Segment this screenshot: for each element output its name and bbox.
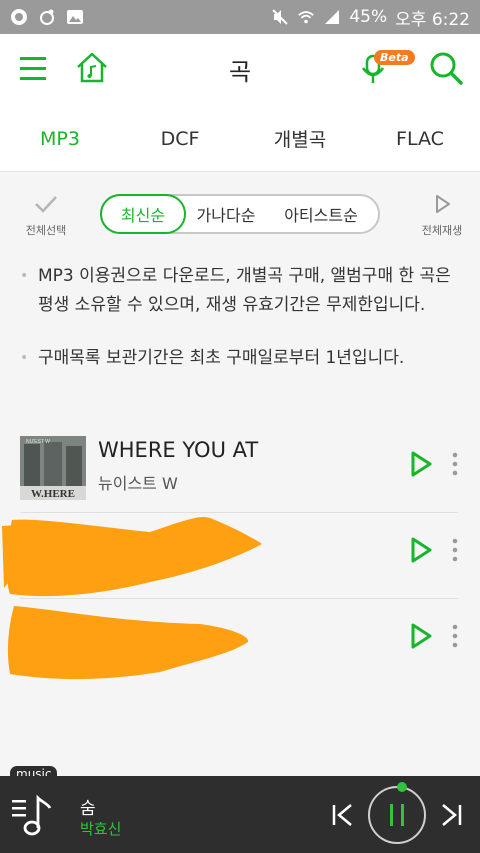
play-icon (436, 195, 450, 213)
play-all-button[interactable]: 전체재생 (412, 194, 472, 238)
song-more-button[interactable] (448, 536, 462, 564)
now-playing-artist: 박효신 (80, 820, 122, 838)
sync-icon (38, 8, 56, 26)
play-all-label: 전체재생 (421, 224, 463, 237)
song-row[interactable] (0, 602, 480, 688)
play-icon (411, 451, 432, 477)
sort-latest-button[interactable]: 최신순 (100, 194, 186, 234)
now-playing-title: 숨 (80, 799, 96, 819)
battery-percent: 45% (349, 7, 388, 27)
voice-search-button[interactable]: Beta (360, 48, 415, 88)
format-tabs: MP3 DCF 개별곡 FLAC (0, 106, 480, 172)
song-play-button[interactable] (408, 536, 434, 564)
notice-text: 구매목록 보관기간은 최초 구매일로부터 1년입니다. (38, 348, 405, 368)
notice-item: • MP3 이용권으로 다운로드, 개별곡 구매, 앨범구매 한 곡은 평생 소… (20, 262, 456, 320)
notice-list: • MP3 이용권으로 다운로드, 개별곡 구매, 앨범구매 한 곡은 평생 소… (0, 262, 480, 397)
skip-previous-icon (332, 804, 352, 826)
play-icon (411, 537, 432, 563)
album-art-text: W.HERE (31, 488, 75, 500)
song-play-button[interactable] (408, 450, 434, 478)
search-button[interactable] (428, 50, 464, 86)
song-row[interactable] (0, 516, 480, 602)
pause-button[interactable] (368, 786, 426, 844)
signal-icon (323, 8, 341, 26)
bullet-icon: • (20, 350, 29, 366)
sort-artist-button[interactable]: 아티스트순 (266, 194, 376, 234)
status-bar: 45% 오후 6:22 (0, 0, 480, 34)
more-vertical-icon (452, 452, 458, 476)
song-row[interactable]: W.HERE NU'EST W WHERE YOU AT 뉴이스트 W (0, 430, 480, 516)
mini-player: 숨 박효신 (0, 776, 480, 853)
mute-icon (271, 8, 289, 26)
song-artist: 뉴이스트 W (98, 474, 178, 493)
status-left-icons (10, 8, 84, 26)
pause-icon (390, 804, 404, 826)
tab-dcf[interactable]: DCF (120, 106, 240, 171)
redaction-scribble (2, 516, 262, 597)
divider (20, 598, 458, 599)
play-icon (411, 623, 432, 649)
select-all-label: 전체선택 (25, 224, 67, 237)
playlist-button[interactable] (10, 792, 54, 838)
search-icon (430, 52, 463, 85)
previous-button[interactable] (330, 802, 354, 828)
progress-indicator[interactable] (397, 782, 407, 792)
bullet-icon: • (20, 268, 29, 284)
album-art-top-text: NU'EST W (26, 439, 50, 445)
check-icon (35, 196, 57, 213)
tab-flac[interactable]: FLAC (360, 106, 480, 171)
image-icon (66, 8, 84, 26)
tab-individual-songs[interactable]: 개별곡 (240, 106, 360, 171)
notification-app-icon (10, 8, 28, 26)
clock: 오후 6:22 (395, 9, 470, 30)
select-all-button[interactable]: 전체선택 (18, 194, 74, 238)
divider (20, 512, 458, 513)
song-title: WHERE YOU AT (98, 438, 259, 462)
tab-mp3[interactable]: MP3 (0, 106, 120, 171)
notice-item: • 구매목록 보관기간은 최초 구매일로부터 1년입니다. (20, 344, 456, 373)
more-vertical-icon (452, 538, 458, 562)
status-right-icons: 45% 오후 6:22 (271, 5, 470, 30)
app-header: 곡 Beta (0, 34, 480, 106)
song-more-button[interactable] (448, 450, 462, 478)
wifi-icon (297, 8, 315, 26)
sort-segmented-control: 최신순 가나다순 아티스트순 (100, 194, 380, 234)
album-art: W.HERE NU'EST W (20, 436, 86, 500)
sort-alphabetical-button[interactable]: 가나다순 (186, 194, 266, 234)
more-vertical-icon (452, 624, 458, 648)
beta-badge: Beta (374, 50, 415, 65)
song-play-button[interactable] (408, 622, 434, 650)
sort-row: 전체선택 최신순 가나다순 아티스트순 전체재생 (0, 172, 480, 256)
redaction-scribble (7, 606, 249, 680)
skip-next-icon (442, 804, 462, 826)
playlist-icon (12, 794, 52, 836)
song-more-button[interactable] (448, 622, 462, 650)
next-button[interactable] (440, 802, 464, 828)
notice-text: MP3 이용권으로 다운로드, 개별곡 구매, 앨범구매 한 곡은 평생 소유할… (38, 266, 451, 315)
